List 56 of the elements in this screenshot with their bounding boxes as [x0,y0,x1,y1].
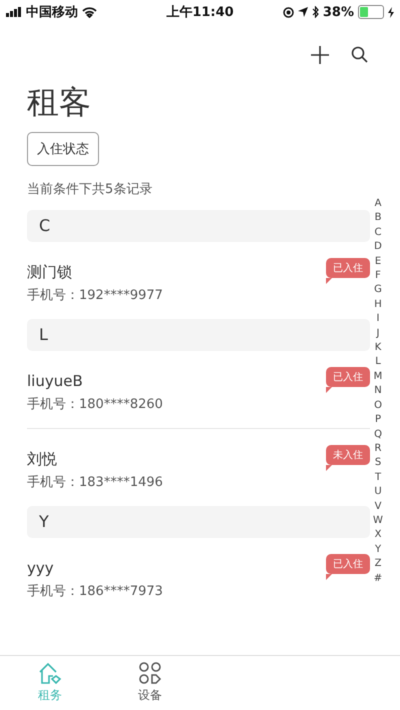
index-letter[interactable]: F [375,269,381,284]
wifi-icon [82,6,97,18]
tenant-name[interactable]: 测门锁 [27,262,326,282]
index-letter[interactable]: S [374,456,382,471]
index-letter[interactable]: V [374,500,382,514]
house-icon [38,662,62,684]
index-letter[interactable]: T [374,470,382,486]
section-header: C [27,210,370,242]
index-letter[interactable]: E [374,254,382,270]
index-letter[interactable]: O [374,398,382,414]
tenant-name[interactable]: liuyueB [27,371,326,391]
location-icon [298,7,308,17]
index-letter[interactable]: M [374,370,382,384]
tenant-phone: 手机号：192****9977 [27,287,164,305]
index-letter[interactable]: W [373,514,383,528]
record-count: 当前条件下共5条记录 [27,181,154,198]
section-header: L [27,319,370,351]
charging-icon [388,6,394,18]
tenant-name[interactable]: 刘悦 [27,449,326,469]
clock-time: 上午11:40 [166,4,234,21]
grid-icon [138,662,162,684]
search-icon[interactable] [351,46,368,63]
filter-button[interactable]: 入住状态 [27,132,99,166]
index-letter[interactable]: Q [374,428,382,442]
tenant-phone: 手机号：180****8260 [27,396,164,414]
index-letter[interactable]: Y [374,542,382,558]
index-letter[interactable]: C [374,226,382,240]
battery-icon [358,5,384,19]
index-letter[interactable]: L [375,355,381,370]
tenant-name[interactable]: yyy [27,558,326,578]
index-letter[interactable]: H [374,298,382,312]
index-letter[interactable]: K [374,341,382,356]
index-letter[interactable]: D [374,240,382,255]
index-letter[interactable]: Z [374,557,382,572]
index-letter[interactable]: U [374,485,382,500]
tenant-phone: 手机号：186****7973 [27,583,164,601]
index-letter[interactable]: R [374,442,382,456]
tenant-phone: 手机号：183****1496 [27,474,164,492]
index-letter[interactable]: X [374,528,382,543]
index-letter[interactable]: A [374,197,382,212]
index-letter[interactable]: P [374,413,382,428]
battery-percent: 38% [322,4,354,20]
index-letter[interactable]: B [374,211,382,226]
signal-icon [6,7,22,17]
index-letter[interactable]: I [376,312,380,327]
carrier-name: 中国移动 [26,4,78,21]
add-icon[interactable] [311,46,329,64]
page-title: 租客 [27,82,92,122]
index-letter[interactable]: J [376,326,380,342]
tab-item[interactable]: 设备 [100,656,200,710]
index-letter[interactable]: # [374,572,382,586]
index-letter[interactable]: N [374,384,382,399]
index-letter[interactable]: G [374,283,382,298]
bluetooth-icon [312,6,319,18]
section-header: Y [27,506,370,538]
lock-rotation-icon [282,6,294,18]
